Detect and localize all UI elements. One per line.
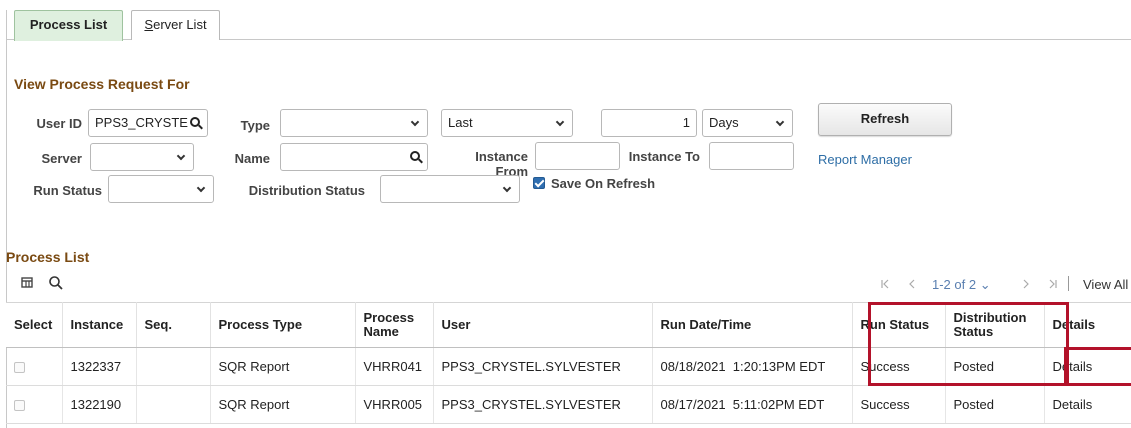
user-cell: PPS3_CRYSTEL.SYLVESTER [433,347,653,386]
distribution-status-cell: Posted [945,385,1045,424]
last-page-icon[interactable] [1046,278,1058,290]
column-header-user[interactable]: User [433,302,653,348]
user-id-label: User ID [36,116,82,131]
report-manager-link[interactable]: Report Manager [818,152,912,167]
find-in-grid-icon[interactable] [48,275,64,291]
details-highlight-box [1064,347,1131,386]
user-cell: PPS3_CRYSTEL.SYLVESTER [433,385,653,424]
period-value: Last [448,115,473,130]
chevron-down-icon [196,183,206,193]
instance-to-input[interactable] [709,142,794,170]
column-header-process-name[interactable]: Process Name [355,302,434,348]
run-status-select[interactable] [108,175,214,203]
distribution-status-select[interactable] [380,175,520,203]
user-id-input[interactable]: PPS3_CRYSTE [88,109,208,137]
lookup-icon[interactable] [410,151,420,161]
process-list-title: Process List [6,249,90,265]
view-process-request-title: View Process Request For [14,76,190,92]
instance-to-label: Instance To [628,149,700,164]
instance-cell: 1322337 [62,347,137,386]
column-header-run-datetime[interactable]: Run Date/Time [652,302,853,348]
save-on-refresh-checkbox[interactable] [533,177,545,189]
tab-process-list-label: Process List [29,17,108,32]
run-datetime-cell: 08/17/2021 5:11:02PM EDT [652,385,853,424]
column-header-select: Select [6,302,63,348]
chevron-down-icon [410,117,420,127]
seq-cell [136,347,211,386]
refresh-button[interactable]: Refresh [818,103,952,136]
tab-server-list[interactable]: Server List [131,10,220,40]
type-select[interactable] [280,109,428,137]
name-input[interactable] [280,143,428,171]
table-row: 1322190 SQR Report VHRR005 PPS3_CRYSTEL.… [6,385,1131,424]
instance-from-input[interactable] [535,142,620,170]
save-on-refresh-label: Save On Refresh [551,176,656,191]
first-page-icon[interactable] [880,278,892,290]
column-header-process-type[interactable]: Process Type [210,302,356,348]
details-link[interactable]: Details [1044,385,1131,424]
run-status-label: Run Status [33,183,102,198]
period-count-value: 1 [682,115,690,130]
server-select[interactable] [90,143,194,171]
seq-cell [136,385,211,424]
row-select-checkbox[interactable] [14,400,25,412]
period-unit-select[interactable]: Days [702,109,793,137]
period-select[interactable]: Last [441,109,573,137]
chevron-down-icon: ⌄ [979,277,991,292]
process-name-cell: VHRR005 [355,385,434,424]
pager-text: 1-2 of 2 [932,277,977,292]
view-all-link[interactable]: View All [1083,277,1128,292]
next-page-icon[interactable] [1020,278,1032,290]
tab-server-list-accesskey: S [144,17,154,32]
server-label: Server [41,151,82,166]
chevron-down-icon [555,117,565,127]
process-name-cell: VHRR041 [355,347,434,386]
personalize-grid-icon[interactable] [20,275,36,291]
chevron-down-icon [775,117,785,127]
pager-select[interactable]: 1-2 of 2 ⌄ [932,277,991,293]
status-highlight-box [868,302,1069,386]
pager-divider [1068,276,1069,291]
user-id-value: PPS3_CRYSTE [95,115,188,130]
previous-page-icon[interactable] [906,278,918,290]
row-select-cell [6,385,63,424]
period-count-input[interactable]: 1 [601,109,697,137]
chevron-down-icon [176,151,186,161]
tab-server-list-label: erver List [153,17,207,32]
lookup-icon[interactable] [190,117,200,127]
chevron-down-icon [502,183,512,193]
type-label: Type [240,118,270,133]
name-label: Name [234,151,270,166]
column-header-instance[interactable]: Instance [62,302,137,348]
process-type-cell: SQR Report [210,347,356,386]
column-header-seq[interactable]: Seq. [136,302,211,348]
run-status-cell: Success [852,385,946,424]
run-datetime-cell: 08/18/2021 1:20:13PM EDT [652,347,853,386]
distribution-status-label: Distribution Status [248,183,365,198]
tab-process-list[interactable]: Process List [14,10,123,41]
row-select-cell [6,347,63,386]
row-select-checkbox[interactable] [14,362,25,374]
period-unit-value: Days [709,115,739,130]
instance-cell: 1322190 [62,385,137,424]
process-type-cell: SQR Report [210,385,356,424]
